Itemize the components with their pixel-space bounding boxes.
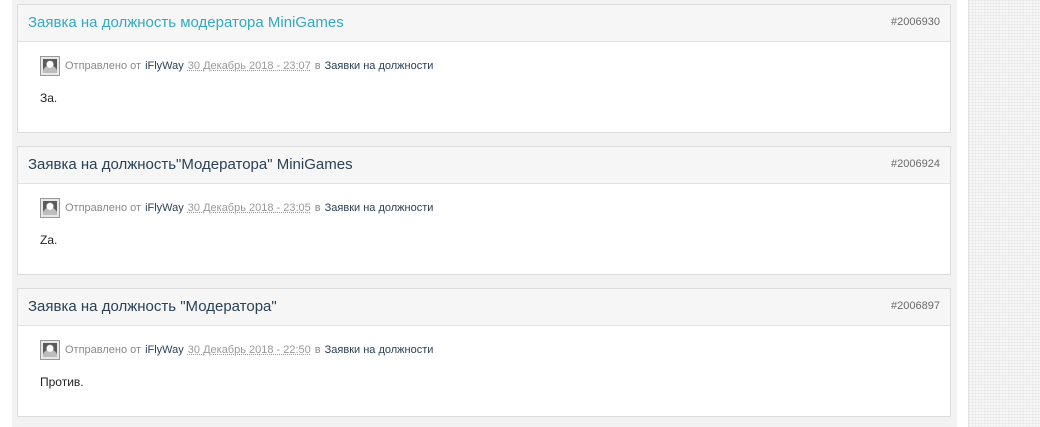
author-link[interactable]: iFlyWay <box>145 202 184 214</box>
sent-label: Отправлено от <box>65 60 142 72</box>
post-card: Заявка на должность"Модератора" MiniGame… <box>17 146 951 275</box>
post-text: Против. <box>40 375 84 389</box>
sidebar-background <box>968 0 1040 427</box>
user-avatar[interactable] <box>40 56 60 76</box>
post-title-link[interactable]: Заявка на должность"Модератора" MiniGame… <box>28 156 353 173</box>
post-header: Заявка на должность модератора MiniGames… <box>18 5 950 42</box>
post-id[interactable]: #2006924 <box>891 158 940 170</box>
post-date: 30 Декабрь 2018 - 23:07 <box>187 60 311 72</box>
post-title-link[interactable]: Заявка на должность "Модератора" <box>28 298 277 315</box>
post-meta: Отправлено от iFlyWay 30 Декабрь 2018 - … <box>40 197 433 219</box>
forum-link[interactable]: Заявки на должности <box>325 344 434 356</box>
post-header: Заявка на должность"Модератора" MiniGame… <box>18 147 950 184</box>
author-link[interactable]: iFlyWay <box>145 60 184 72</box>
in-label: в <box>314 202 321 214</box>
forum-link[interactable]: Заявки на должности <box>325 60 434 72</box>
post-card: Заявка на должность модератора MiniGames… <box>17 4 951 133</box>
sent-label: Отправлено от <box>65 344 142 356</box>
post-header: Заявка на должность "Модератора" #200689… <box>18 289 950 326</box>
post-id[interactable]: #2006897 <box>891 300 940 312</box>
post-card: Заявка на должность "Модератора" #200689… <box>17 288 951 417</box>
post-text: За. <box>40 91 58 105</box>
post-meta: Отправлено от iFlyWay 30 Декабрь 2018 - … <box>40 55 433 77</box>
forum-link[interactable]: Заявки на должности <box>325 202 434 214</box>
in-label: в <box>314 344 321 356</box>
user-avatar[interactable] <box>40 340 60 360</box>
sent-label: Отправлено от <box>65 202 142 214</box>
post-meta: Отправлено от iFlyWay 30 Декабрь 2018 - … <box>40 339 433 361</box>
post-date: 30 Декабрь 2018 - 23:05 <box>187 202 311 214</box>
post-title-link[interactable]: Заявка на должность модератора MiniGames <box>28 14 344 31</box>
post-text: Za. <box>40 233 58 247</box>
post-date: 30 Декабрь 2018 - 22:50 <box>187 344 311 356</box>
post-id[interactable]: #2006930 <box>891 16 940 28</box>
author-link[interactable]: iFlyWay <box>145 344 184 356</box>
in-label: в <box>314 60 321 72</box>
user-avatar[interactable] <box>40 198 60 218</box>
